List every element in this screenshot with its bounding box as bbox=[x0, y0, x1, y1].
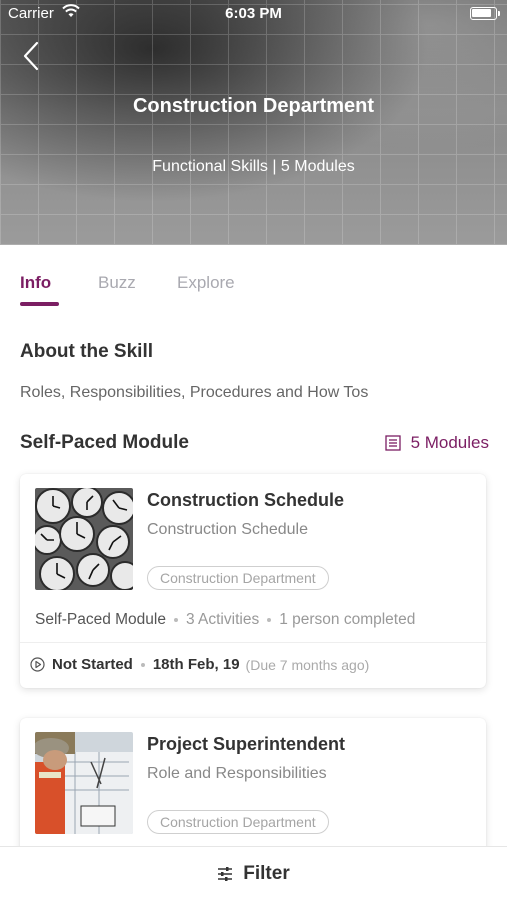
module-thumbnail-clocks bbox=[35, 488, 133, 590]
battery-icon bbox=[470, 7, 500, 20]
page-title: Construction Department bbox=[132, 95, 375, 117]
active-tab-indicator bbox=[20, 302, 59, 306]
department-tag: Construction Department bbox=[147, 566, 329, 590]
department-tag: Construction Department bbox=[147, 810, 329, 834]
separator-dot bbox=[173, 617, 178, 622]
clock: 6:03 PM bbox=[225, 5, 282, 22]
filter-label: Filter bbox=[243, 862, 290, 884]
module-meta: Self-Paced Module 3 Activities 1 person co… bbox=[35, 611, 415, 629]
module-subtitle: Role and Responsibilities bbox=[147, 765, 327, 782]
module-thumbnail-superintendent bbox=[35, 732, 133, 834]
about-heading: About the Skill bbox=[20, 341, 153, 362]
tab-info[interactable]: Info bbox=[20, 273, 51, 293]
due-note: (Due 7 months ago) bbox=[245, 656, 370, 673]
bottom-bar: Filter bbox=[0, 846, 507, 900]
header-background-image bbox=[0, 0, 507, 245]
list-icon bbox=[384, 435, 401, 451]
play-circle-icon bbox=[30, 657, 45, 672]
module-card[interactable]: Construction Schedule Construction Sched… bbox=[20, 474, 486, 688]
about-text: Roles, Responsibilities, Procedures and … bbox=[20, 384, 369, 401]
modules-count-label: 5 Modules bbox=[410, 433, 489, 452]
page-subtitle: Functional Skills | 5 Modules bbox=[152, 158, 355, 175]
completion-count: 1 person completed bbox=[279, 611, 416, 628]
module-title: Construction Schedule bbox=[147, 490, 345, 510]
separator-dot bbox=[267, 617, 272, 622]
module-title: Project Superintendent bbox=[147, 734, 346, 754]
tab-buzz[interactable]: Buzz bbox=[98, 273, 136, 293]
separator-dot bbox=[140, 662, 145, 667]
modules-count-link[interactable]: 5 Modules bbox=[384, 433, 489, 453]
modules-heading: Self-Paced Module bbox=[20, 432, 189, 453]
tab-explore[interactable]: Explore bbox=[177, 273, 235, 293]
module-type: Self-Paced Module bbox=[35, 611, 166, 628]
module-status-row: Not Started 18th Feb, 19 (Due 7 months ago… bbox=[30, 656, 369, 673]
status-label: Not Started bbox=[52, 656, 133, 673]
chevron-left-icon bbox=[23, 41, 39, 71]
back-button[interactable] bbox=[20, 40, 48, 74]
header-banner: Carrier 6:03 PM Construction Department … bbox=[0, 0, 507, 245]
module-subtitle: Construction Schedule bbox=[147, 521, 308, 538]
card-divider bbox=[20, 642, 486, 643]
activities-count: 3 Activities bbox=[185, 611, 260, 628]
status-bar: Carrier 6:03 PM bbox=[0, 0, 507, 28]
filter-sliders-icon bbox=[218, 866, 233, 881]
due-date: 18th Feb, 19 bbox=[152, 656, 240, 673]
filter-button[interactable]: Filter bbox=[217, 862, 290, 885]
